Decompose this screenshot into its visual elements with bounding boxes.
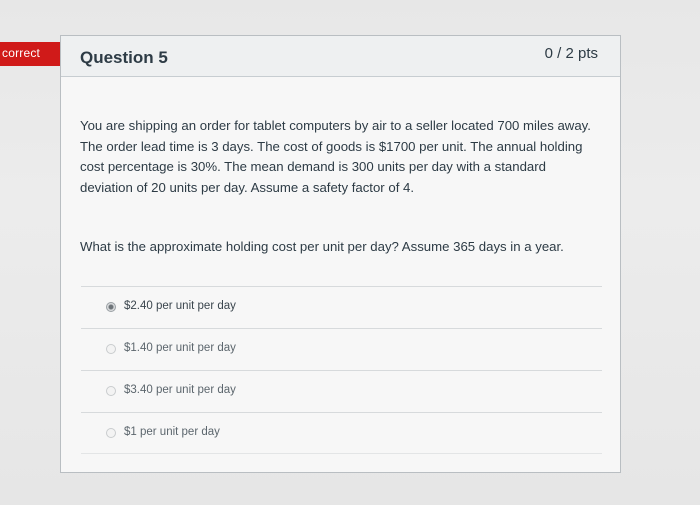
answer-option[interactable]: $2.40 per unit per day: [81, 286, 602, 328]
answer-label: $1.40 per unit per day: [124, 342, 236, 354]
radio-empty-icon[interactable]: [106, 386, 116, 396]
question-card: Question 5 0 / 2 pts You are shipping an…: [60, 35, 621, 473]
answer-list: $2.40 per unit per day $1.40 per unit pe…: [81, 286, 602, 454]
question-header: Question 5 0 / 2 pts: [61, 36, 620, 77]
answer-label: $3.40 per unit per day: [124, 384, 236, 396]
question-points: 0 / 2 pts: [544, 45, 598, 62]
answer-option[interactable]: $3.40 per unit per day: [81, 370, 602, 412]
radio-empty-icon[interactable]: [106, 428, 116, 438]
question-prompt: What is the approximate holding cost per…: [80, 239, 564, 254]
answer-option[interactable]: $1.40 per unit per day: [81, 328, 602, 370]
radio-selected-icon[interactable]: [106, 302, 116, 312]
incorrect-flag-label: correct: [2, 46, 41, 60]
answer-option[interactable]: $1 per unit per day: [81, 412, 602, 454]
question-title: Question 5: [80, 48, 168, 67]
answer-label: $2.40 per unit per day: [124, 300, 236, 312]
answer-label: $1 per unit per day: [124, 426, 220, 438]
question-text: You are shipping an order for tablet com…: [80, 118, 591, 195]
radio-empty-icon[interactable]: [106, 344, 116, 354]
